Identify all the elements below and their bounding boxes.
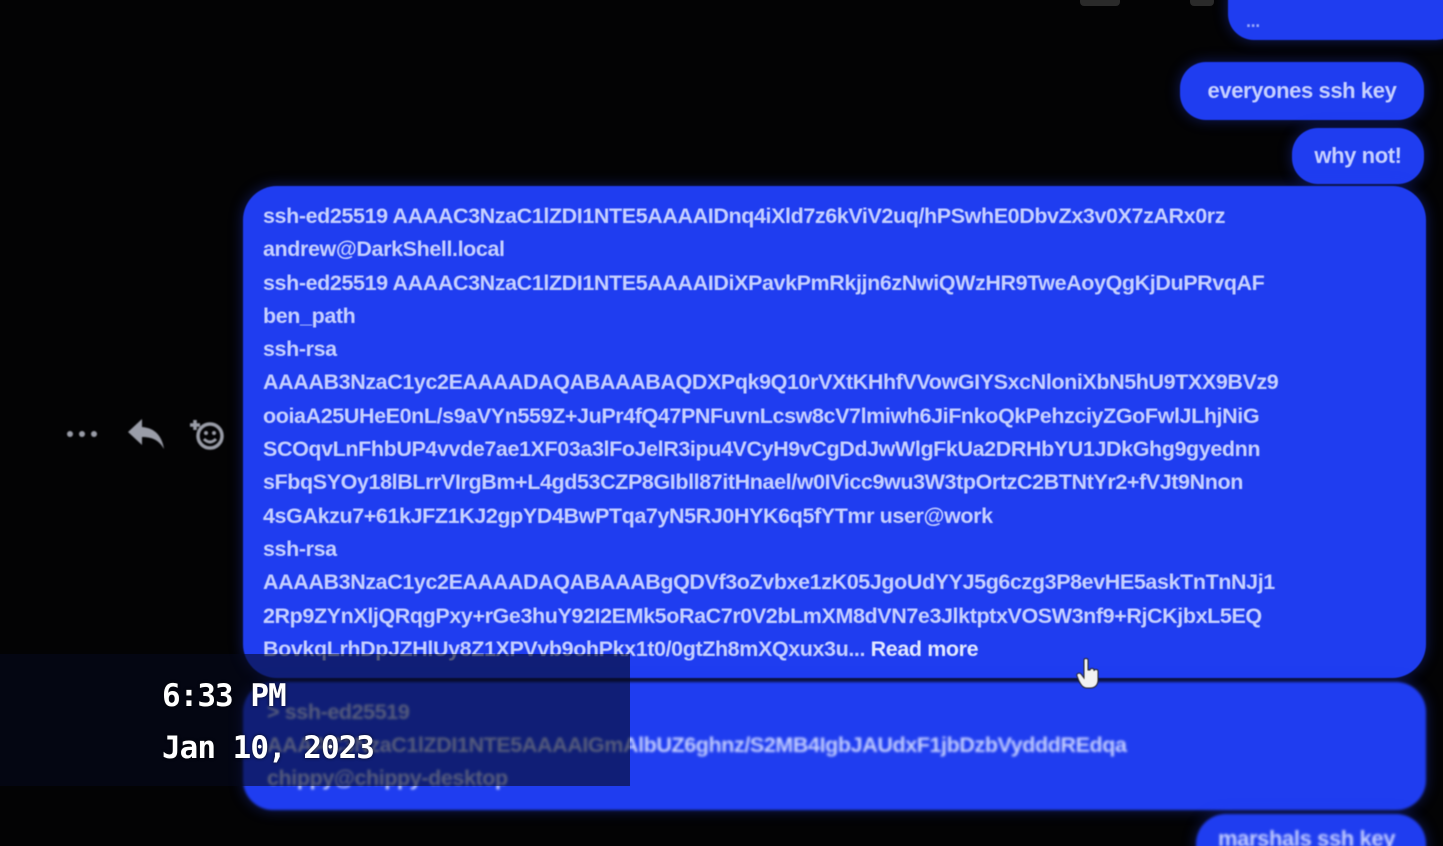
message-line: AAAAB3NzaC1yc2EAAAADAQABAAABgQDVf3oZvbxe… xyxy=(263,570,1275,595)
message-line: ssh-ed25519 AAAAC3NzaC1lZDI1NTE5AAAAIDnq… xyxy=(263,204,1226,228)
message-bubble-everyones-ssh-key[interactable]: everyones ssh key xyxy=(1180,62,1424,120)
message-line: SCOqvLnFhbUP4vvde7ae1XF03a3lFoJelR3ipu4V… xyxy=(263,437,1261,462)
message-bubble-ssh-keys[interactable]: ssh-ed25519 AAAAC3NzaC1lZDI1NTE5AAAAIDnq… xyxy=(243,186,1426,678)
message-line: sFbqSYOy18lBLrrVIrgBm+L4gd53CZP8GIbll87i… xyxy=(263,470,1243,495)
message-text: everyones ssh key xyxy=(1207,78,1397,103)
message-line: andrew@DarkShell.local xyxy=(263,237,505,262)
reply-icon-svg xyxy=(128,419,164,449)
message-line: 4sGAkzu7+61kJFZ1KJ2gpYD4BwPTqa7yN5RJ0HYK… xyxy=(263,503,993,528)
read-more-link[interactable]: Read more xyxy=(871,637,979,661)
timestamp-overlay-backdrop xyxy=(0,654,630,786)
message-line: AAAAB3NzaC1yc2EAAAADAQABAAABAQDXPqk9Q10r… xyxy=(263,370,1279,395)
message-actions xyxy=(64,412,234,456)
message-text: ... xyxy=(1246,11,1260,31)
message-bubble-why-not[interactable]: why not! xyxy=(1292,128,1424,184)
timestamp-date: Jan 10, 2023 xyxy=(162,730,375,766)
add-reaction-icon-svg xyxy=(190,420,224,450)
message-text: marshals ssh key xyxy=(1218,826,1396,846)
message-line: 2Rp9ZYnXljQRqgPxy+rGe3huY92I2EMk5oRaC7r0… xyxy=(263,603,1262,628)
screen: ... everyones ssh key why not! ssh-ed255… xyxy=(0,0,1443,846)
timestamp-time: 6:33 PM xyxy=(162,678,287,714)
message-line: ssh-ed25519 AAAAC3NzaC1lZDI1NTE5AAAAIDiX… xyxy=(263,270,1265,295)
message-line: ooiaA25UHeE0nL/s9aVYn559Z+JuPr4fQ47PNFuv… xyxy=(263,403,1260,428)
more-horizontal-icon-svg xyxy=(67,431,97,437)
message-text: why not! xyxy=(1314,143,1402,168)
message-bubble-cut-top[interactable]: ... xyxy=(1228,0,1443,40)
reply-icon[interactable] xyxy=(122,412,170,456)
message-line: ssh-rsa xyxy=(263,536,337,561)
add-reaction-icon[interactable] xyxy=(184,412,232,456)
more-horizontal-icon[interactable] xyxy=(64,412,100,456)
message-line: ssh-rsa xyxy=(263,337,337,362)
message-bubble-marshals-ssh-key[interactable]: marshals ssh key xyxy=(1196,814,1426,846)
message-line: ben_path xyxy=(263,303,356,328)
hand-pointer-cursor-icon xyxy=(1076,658,1099,689)
